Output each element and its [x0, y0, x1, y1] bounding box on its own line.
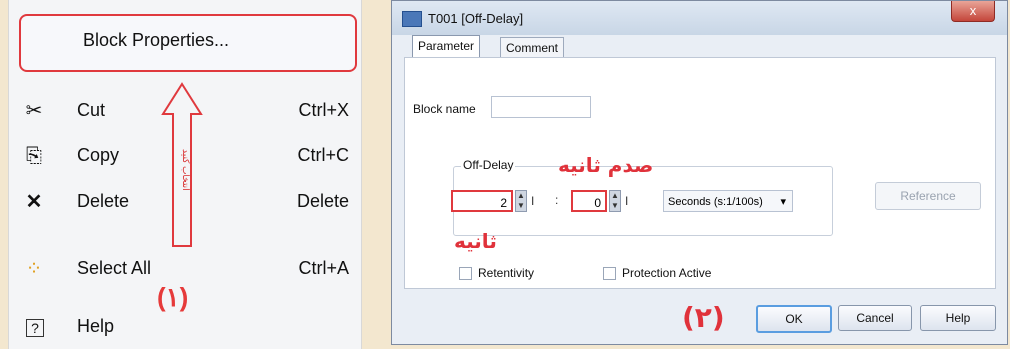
retentivity-checkbox-row[interactable]: Retentivity [459, 266, 535, 281]
seconds-spinner[interactable]: ▲ ▼ [515, 190, 527, 212]
ok-button[interactable]: OK [756, 305, 832, 333]
reference-button[interactable]: Reference [875, 182, 981, 210]
step-two-label: (۲) [682, 301, 725, 334]
step-one-label: (۱) [157, 282, 189, 312]
help-button[interactable]: Help [920, 305, 996, 331]
tab-parameter[interactable]: Parameter [412, 35, 481, 58]
block-properties-label: Block Properties... [83, 30, 230, 50]
seconds-input[interactable]: 2 [451, 190, 513, 212]
hundredths-annotation: صدم ثانیه [558, 153, 654, 177]
seconds-unit-glyph: I [531, 194, 535, 208]
menu-item-help[interactable]: ? Help [9, 308, 361, 348]
protection-checkbox[interactable] [603, 267, 616, 281]
tab-comment[interactable]: Comment [500, 37, 565, 58]
retentivity-label: Retentivity [478, 266, 535, 280]
protection-label: Protection Active [622, 266, 712, 280]
protection-checkbox-row[interactable]: Protection Active [603, 266, 712, 281]
scissors-icon: ✂ [25, 100, 43, 122]
arrow-note-text: انتخاب کنید [181, 149, 191, 191]
close-button[interactable]: x [951, 1, 995, 22]
menu-item-shortcut: Ctrl+A [298, 258, 349, 278]
time-units-value: Seconds (s:1/100s) [668, 196, 763, 208]
retentivity-checkbox[interactable] [459, 267, 472, 281]
select-all-icon: ⁘ [25, 258, 43, 280]
block-name-label: Block name [413, 102, 476, 116]
menu-item-label: Help [77, 316, 115, 336]
chevron-down-icon: ▾ [780, 196, 786, 208]
copy-icon: ⎘ [26, 145, 42, 167]
cancel-button[interactable]: Cancel [838, 305, 912, 331]
dialog-title: T001 [Off-Delay] [428, 11, 524, 26]
off-delay-label: Off-Delay [461, 158, 516, 172]
hundredths-unit-glyph: I [625, 194, 629, 208]
block-name-input[interactable] [491, 96, 591, 118]
seconds-annotation: ثانیه [454, 229, 497, 253]
time-separator: : [555, 193, 559, 207]
menu-item-shortcut: Ctrl+X [298, 100, 349, 120]
hundredths-spinner[interactable]: ▲ ▼ [609, 190, 621, 212]
context-menu: Block Properties... ✂ Cut Ctrl+X ⎘ Copy … [8, 0, 362, 349]
dialog-titlebar[interactable]: T001 [Off-Delay] x [392, 1, 1007, 35]
off-delay-dialog: T001 [Off-Delay] x Parameter Comment Blo… [391, 0, 1008, 345]
app-icon [402, 11, 422, 27]
menu-item-label: Cut [77, 100, 106, 120]
menu-item-label: Copy [77, 145, 120, 165]
menu-item-label: Delete [77, 191, 130, 211]
block-properties-menu-item[interactable]: Block Properties... [19, 14, 357, 72]
menu-item-label: Select All [77, 258, 152, 278]
time-units-select[interactable]: Seconds (s:1/100s) ▾ [663, 190, 793, 212]
menu-item-shortcut: Ctrl+C [297, 145, 349, 165]
parameter-panel: Block name Off-Delay 2 ▲ ▼ I : 0 ▲ ▼ I Sec… [404, 57, 996, 289]
hundredths-input[interactable]: 0 [571, 190, 607, 212]
menu-item-shortcut: Delete [296, 191, 349, 211]
help-icon: ? [26, 319, 44, 337]
delete-x-icon: ✕ [25, 191, 43, 213]
